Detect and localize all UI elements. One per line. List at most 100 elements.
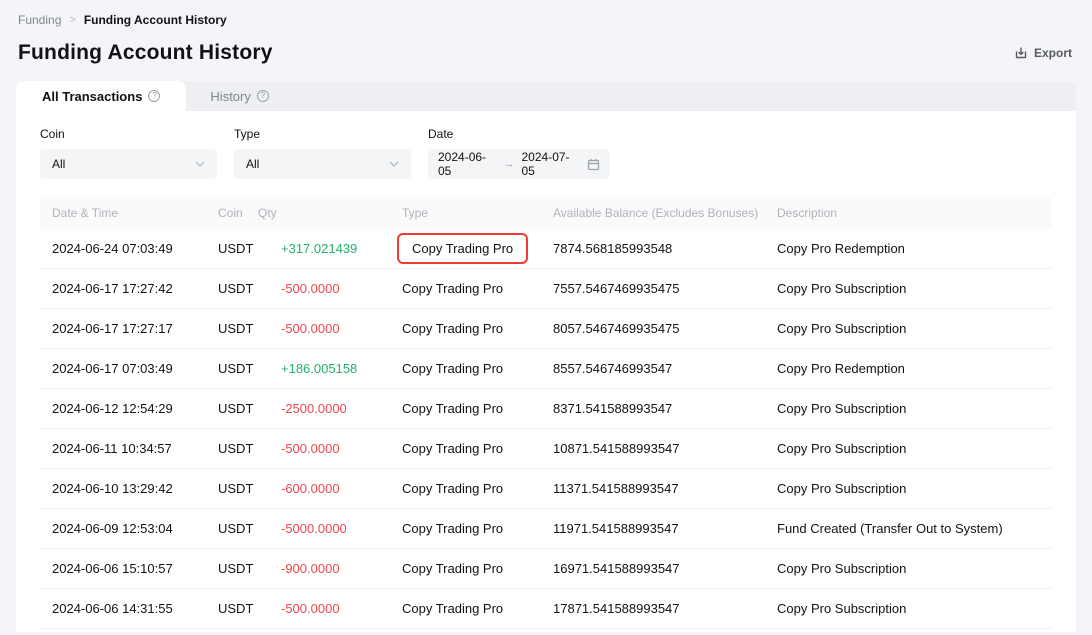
cell-balance: 8057.5467469935475 [553, 321, 777, 336]
coin-filter: Coin All [40, 127, 217, 179]
type-filter: Type All [234, 127, 411, 179]
table-row: 2024-06-12 12:54:29USDT-2500.0000Copy Tr… [40, 389, 1052, 429]
cell-description: Copy Pro Redemption [777, 361, 1052, 376]
breadcrumb-funding[interactable]: Funding [18, 13, 61, 27]
breadcrumb: Funding > Funding Account History [16, 0, 1076, 29]
page-header: Funding Account History Export [16, 29, 1076, 81]
cell-qty: -500.0000 [258, 601, 402, 616]
table-row: 2024-06-17 17:27:42USDT-500.0000Copy Tra… [40, 269, 1052, 309]
cell-balance: 8371.541588993547 [553, 401, 777, 416]
cell-datetime: 2024-06-06 14:31:55 [40, 601, 218, 616]
cell-description: Copy Pro Subscription [777, 601, 1052, 616]
table-body: 2024-06-24 07:03:49USDT+317.021439Copy T… [40, 229, 1052, 629]
cell-balance: 16971.541588993547 [553, 561, 777, 576]
cell-datetime: 2024-06-09 12:53:04 [40, 521, 218, 536]
table-row: 2024-06-10 13:29:42USDT-600.0000Copy Tra… [40, 469, 1052, 509]
calendar-icon[interactable] [587, 158, 600, 171]
cell-type: Copy Trading Pro [402, 441, 553, 456]
table-row: 2024-06-17 07:03:49USDT+186.005158Copy T… [40, 349, 1052, 389]
cell-qty: -500.0000 [258, 441, 402, 456]
chevron-down-icon [389, 161, 399, 167]
date-range-picker[interactable]: 2024-06-05 → 2024-07-05 [428, 149, 610, 179]
cell-type: Copy Trading Pro [402, 361, 553, 376]
cell-type: Copy Trading Pro [402, 481, 553, 496]
table-row: 2024-06-11 10:34:57USDT-500.0000Copy Tra… [40, 429, 1052, 469]
help-icon[interactable]: ? [257, 90, 269, 102]
cell-coin: USDT [218, 481, 258, 496]
coin-select-value: All [52, 157, 65, 171]
cell-type: Copy Trading Pro [402, 233, 553, 264]
coin-select[interactable]: All [40, 149, 217, 179]
export-icon [1014, 46, 1028, 60]
cell-datetime: 2024-06-17 07:03:49 [40, 361, 218, 376]
type-select[interactable]: All [234, 149, 411, 179]
tab-history-label: History [210, 89, 250, 104]
cell-balance: 11371.541588993547 [553, 481, 777, 496]
cell-description: Copy Pro Subscription [777, 321, 1052, 336]
cell-balance: 7874.568185993548 [553, 241, 777, 256]
table-row: 2024-06-24 07:03:49USDT+317.021439Copy T… [40, 229, 1052, 269]
cell-description: Copy Pro Subscription [777, 481, 1052, 496]
cell-type: Copy Trading Pro [402, 601, 553, 616]
cell-datetime: 2024-06-12 12:54:29 [40, 401, 218, 416]
cell-coin: USDT [218, 361, 258, 376]
tab-history[interactable]: History ? [186, 81, 292, 111]
date-filter-label: Date [428, 127, 610, 141]
table-row: 2024-06-09 12:53:04USDT-5000.0000Copy Tr… [40, 509, 1052, 549]
cell-qty: -900.0000 [258, 561, 402, 576]
cell-datetime: 2024-06-17 17:27:17 [40, 321, 218, 336]
col-coin: Coin [218, 206, 258, 220]
type-select-value: All [246, 157, 259, 171]
cell-qty: -2500.0000 [258, 401, 402, 416]
table-row: 2024-06-06 14:31:55USDT-500.0000Copy Tra… [40, 589, 1052, 629]
cell-balance: 8557.546746993547 [553, 361, 777, 376]
export-label: Export [1034, 46, 1072, 60]
date-to-value: 2024-07-05 [522, 150, 581, 178]
content-card: Coin All Type All Date [16, 111, 1076, 632]
cell-coin: USDT [218, 321, 258, 336]
table-row: 2024-06-06 15:10:57USDT-900.0000Copy Tra… [40, 549, 1052, 589]
cell-datetime: 2024-06-10 13:29:42 [40, 481, 218, 496]
col-qty: Qty [258, 206, 402, 220]
cell-type: Copy Trading Pro [402, 281, 553, 296]
cell-coin: USDT [218, 561, 258, 576]
date-from-value: 2024-06-05 [438, 150, 497, 178]
col-date-time: Date & Time [40, 206, 218, 220]
table-header: Date & Time Coin Qty Type Available Bala… [40, 197, 1052, 229]
type-filter-label: Type [234, 127, 411, 141]
cell-datetime: 2024-06-06 15:10:57 [40, 561, 218, 576]
col-description: Description [777, 206, 1052, 220]
breadcrumb-current: Funding Account History [84, 13, 227, 27]
cell-qty: -5000.0000 [258, 521, 402, 536]
cell-balance: 11971.541588993547 [553, 521, 777, 536]
cell-datetime: 2024-06-11 10:34:57 [40, 441, 218, 456]
cell-coin: USDT [218, 401, 258, 416]
tab-all-transactions[interactable]: All Transactions ? [16, 81, 186, 111]
cell-description: Copy Pro Subscription [777, 441, 1052, 456]
cell-balance: 10871.541588993547 [553, 441, 777, 456]
cell-qty: -500.0000 [258, 281, 402, 296]
cell-qty: -600.0000 [258, 481, 402, 496]
cell-balance: 17871.541588993547 [553, 601, 777, 616]
help-icon[interactable]: ? [148, 90, 160, 102]
cell-type: Copy Trading Pro [402, 561, 553, 576]
cell-datetime: 2024-06-17 17:27:42 [40, 281, 218, 296]
page-title: Funding Account History [18, 41, 273, 65]
tab-all-transactions-label: All Transactions [42, 89, 142, 104]
cell-balance: 7557.5467469935475 [553, 281, 777, 296]
filters-row: Coin All Type All Date [40, 127, 1052, 197]
col-type: Type [402, 206, 553, 220]
table-row: 2024-06-17 17:27:17USDT-500.0000Copy Tra… [40, 309, 1052, 349]
cell-description: Copy Pro Subscription [777, 401, 1052, 416]
date-filter: Date 2024-06-05 → 2024-07-05 [428, 127, 610, 179]
cell-coin: USDT [218, 281, 258, 296]
highlight-box: Copy Trading Pro [397, 233, 528, 264]
cell-coin: USDT [218, 601, 258, 616]
chevron-down-icon [195, 161, 205, 167]
cell-description: Copy Pro Subscription [777, 281, 1052, 296]
cell-type: Copy Trading Pro [402, 401, 553, 416]
cell-coin: USDT [218, 241, 258, 256]
col-available-balance: Available Balance (Excludes Bonuses) [553, 206, 777, 220]
export-button[interactable]: Export [1014, 46, 1076, 60]
coin-filter-label: Coin [40, 127, 217, 141]
